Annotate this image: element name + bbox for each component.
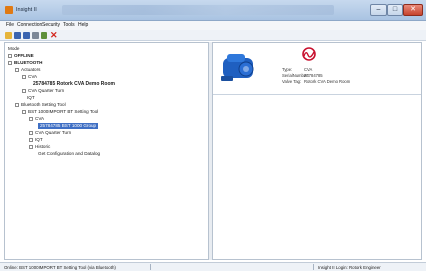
menu-bar: File Connection Security Tools Help (0, 21, 426, 30)
tree-item-bluetooth[interactable]: BLUETOOTH (8, 60, 43, 65)
app-icon (5, 6, 13, 14)
title-bar[interactable]: Insight II – □ ✕ (0, 0, 426, 21)
tree-item-bst-cva[interactable]: CVA (29, 116, 44, 121)
type-value: CVA (304, 67, 313, 72)
expand-icon[interactable] (22, 88, 26, 93)
tree-item-selected[interactable]: 25784785 BST 1000 Group (38, 123, 99, 129)
tree-item-get-config[interactable]: Get Configuration and Datalog (38, 151, 100, 156)
collapse-icon[interactable] (22, 74, 26, 79)
valve-tag-value: Rotork CVA Demo Room (304, 79, 351, 84)
tree-item-actuators[interactable]: Actuators (15, 67, 40, 72)
login-status: Insight II Login: Rotork Engineer (318, 264, 381, 270)
menu-help[interactable]: Help (78, 22, 88, 28)
collapse-icon[interactable] (22, 109, 26, 114)
tree-item-cva-quarter-turn[interactable]: CVA Quarter Turn (22, 88, 64, 93)
menu-file[interactable]: File (6, 22, 14, 28)
status-bar: Online: BST 1000IMPORT BT Setting Tool (… (0, 262, 426, 271)
minimize-button[interactable]: – (370, 4, 387, 16)
collapse-icon[interactable] (15, 67, 19, 72)
tree-item-historic[interactable]: Historic (29, 144, 50, 149)
collapse-icon[interactable] (29, 116, 33, 121)
connection-status: Online: BST 1000IMPORT BT Setting Tool (… (4, 264, 116, 270)
delete-icon[interactable]: ✕ (50, 31, 58, 40)
actuator-image (221, 54, 254, 81)
collapse-icon[interactable] (15, 102, 19, 107)
tree-item-iqt[interactable]: IQT (27, 95, 35, 100)
tree-item-device[interactable]: 25784785 Rotork CVA Demo Room (33, 81, 115, 87)
maximize-button[interactable]: □ (387, 4, 403, 16)
tree-root[interactable]: Mode (8, 46, 20, 51)
window-title: Insight II (16, 7, 37, 13)
collapse-icon[interactable] (29, 144, 33, 149)
info-valve-tag: Valve Tag: Rotork CVA Demo Room (282, 79, 350, 84)
save-all-icon[interactable] (23, 32, 30, 39)
status-divider (313, 264, 314, 270)
serial-value: 25784785 (304, 73, 323, 78)
serial-label: SerialNumber: (282, 73, 309, 78)
title-bar-blurred-region (62, 5, 334, 15)
expand-icon[interactable] (8, 53, 12, 58)
collapse-icon[interactable] (8, 60, 12, 65)
tree-item-bst-cva-quarter-turn[interactable]: CVA Quarter Turn (29, 130, 71, 135)
menu-security[interactable]: Security (42, 22, 60, 28)
menu-connection[interactable]: Connection (17, 22, 42, 28)
print-icon[interactable] (32, 32, 39, 39)
device-detail-panel: Type: CVA SerialNumber:25784785 Valve Tag… (212, 42, 422, 260)
tree-item-bluetooth-setting-tool[interactable]: Bluetooth Setting Tool (15, 102, 66, 107)
info-type: Type: CVA (282, 67, 312, 72)
tree-item-offline[interactable]: OFFLINE (8, 53, 34, 58)
tree-item-bst-iqt[interactable]: IQT (29, 137, 43, 142)
save-icon[interactable] (14, 32, 21, 39)
valve-tag-label: Valve Tag: (282, 79, 302, 84)
open-icon[interactable] (5, 32, 12, 39)
tree-item-bst[interactable]: BST 1000IMPORT BT Setting Tool (22, 109, 98, 114)
device-summary-card: Type: CVA SerialNumber:25784785 Valve Tag… (213, 43, 421, 95)
tree-item-cva[interactable]: CVA (22, 74, 37, 79)
device-tree-panel[interactable]: Mode OFFLINE BLUETOOTH Actuators CVA 257… (4, 42, 209, 260)
menu-tools[interactable]: Tools (63, 22, 75, 28)
type-label: Type: (282, 67, 293, 72)
expand-icon[interactable] (29, 130, 33, 135)
info-serial: SerialNumber:25784785 (282, 73, 323, 78)
status-divider (150, 264, 151, 270)
close-button[interactable]: ✕ (403, 4, 423, 16)
expand-icon[interactable] (29, 137, 33, 142)
toolbar: ✕ (0, 30, 426, 41)
rotork-logo-icon (302, 47, 316, 61)
back-icon[interactable] (41, 32, 47, 39)
